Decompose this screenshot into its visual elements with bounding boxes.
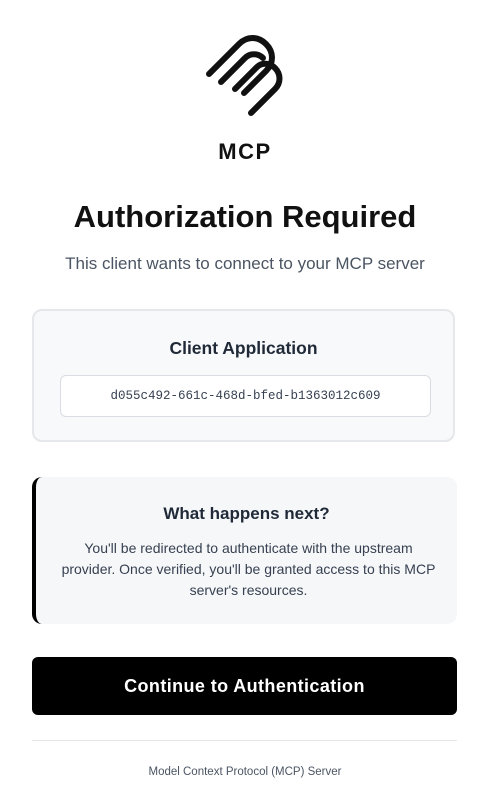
footer-text: Model Context Protocol (MCP) Server: [148, 766, 342, 778]
continue-to-authentication-button[interactable]: Continue to Authentication: [32, 657, 457, 715]
next-steps-description: You'll be redirected to authenticate wit…: [61, 540, 436, 598]
client-application-label: Client Application: [169, 338, 318, 358]
next-steps-card: What happens next? You'll be redirected …: [32, 477, 457, 624]
mcp-logo-icon: [206, 35, 283, 116]
client-id-field[interactable]: d055c492-661c-468d-bfed-b1363012c609: [60, 375, 431, 417]
client-application-card: Client Application d055c492-661c-468d-bf…: [32, 309, 455, 442]
footer-divider: [32, 740, 457, 741]
authorization-page: MCP Authorization Required This client w…: [0, 0, 490, 806]
brand-name: MCP: [218, 139, 272, 164]
page-subtitle: This client wants to connect to your MCP…: [65, 254, 425, 273]
page-title: Authorization Required: [73, 199, 417, 234]
next-steps-title: What happens next?: [163, 504, 330, 523]
